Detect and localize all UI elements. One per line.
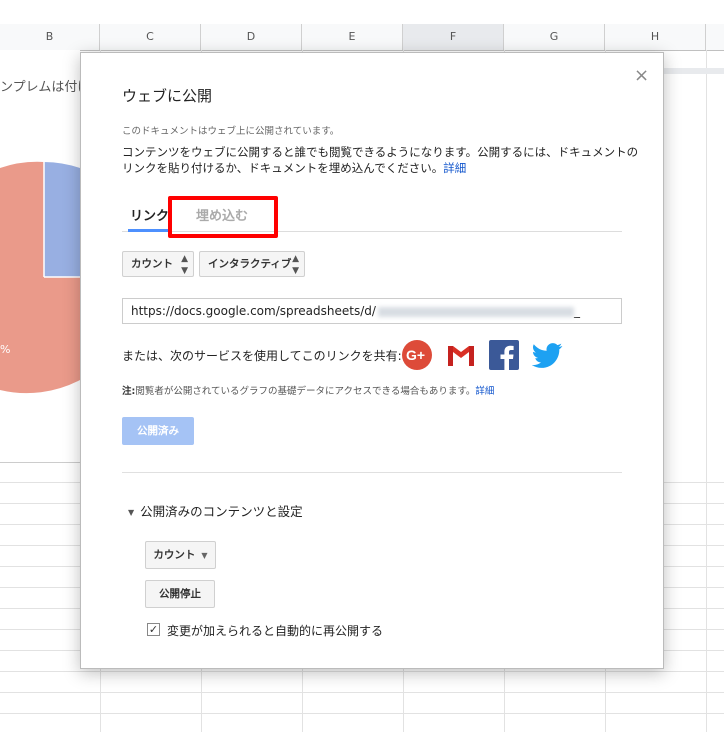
svg-text:G+: G+ bbox=[406, 347, 425, 363]
format-select[interactable]: インタラクティブ ▲ ▼ bbox=[199, 251, 305, 277]
grid-row-line bbox=[0, 671, 724, 672]
dialog-title: ウェブに公開 bbox=[122, 87, 213, 105]
share-prompt: または、次のサービスを使用してこのリンクを共有: bbox=[122, 349, 402, 363]
gmail-icon[interactable] bbox=[445, 340, 477, 370]
grid-row-line bbox=[0, 713, 724, 714]
google-plus-icon[interactable]: G+ bbox=[401, 340, 433, 370]
grid-row-line bbox=[0, 692, 724, 693]
pie-chart-svg bbox=[0, 161, 80, 394]
caret-down-icon: ▼ bbox=[128, 508, 135, 517]
column-header-f[interactable]: F bbox=[403, 24, 504, 50]
note-details-link[interactable]: 詳細 bbox=[475, 386, 494, 397]
updown-arrows-icon: ▲ ▼ bbox=[292, 254, 299, 276]
scope-select[interactable]: カウント ▲ ▼ bbox=[122, 251, 194, 277]
content-dropdown[interactable]: カウント ▼ bbox=[145, 541, 216, 569]
format-select-label: インタラクティブ bbox=[208, 258, 292, 270]
annotation-highlight-box bbox=[168, 196, 278, 238]
chart-title: ンプレムは付け bbox=[0, 80, 91, 95]
auto-republish-checkbox[interactable]: ✓ bbox=[147, 623, 160, 636]
note-prefix: 注: bbox=[122, 386, 136, 397]
published-url-field[interactable]: https://docs.google.com/spreadsheets/d/ _ bbox=[122, 298, 622, 324]
column-header-row: B C D E F G H bbox=[0, 24, 724, 51]
close-icon[interactable]: × bbox=[634, 65, 649, 86]
stop-publishing-button[interactable]: 公開停止 bbox=[145, 580, 215, 608]
auto-republish-label[interactable]: 変更が加えられると自動的に再公開する bbox=[167, 622, 383, 639]
published-content-settings-toggle[interactable]: ▼ 公開済みのコンテンツと設定 bbox=[128, 501, 303, 520]
column-header-e[interactable]: E bbox=[302, 24, 403, 50]
url-suffix: _ bbox=[573, 304, 580, 318]
dialog-description: コンテンツをウェブに公開すると誰でも閲覧できるようになります。公開するには、ドキ… bbox=[122, 144, 642, 176]
pie-slice-blue bbox=[44, 162, 80, 277]
column-header-b[interactable]: B bbox=[0, 24, 100, 50]
published-button: 公開済み bbox=[122, 417, 194, 445]
embedded-chart[interactable] bbox=[0, 50, 80, 463]
column-header-d[interactable]: D bbox=[201, 24, 302, 50]
column-header-h[interactable]: H bbox=[605, 24, 706, 50]
section-title: 公開済みのコンテンツと設定 bbox=[140, 504, 303, 519]
url-text: https://docs.google.com/spreadsheets/d/ bbox=[131, 304, 376, 318]
column-header-g[interactable]: G bbox=[504, 24, 605, 50]
tab-link[interactable]: リンク bbox=[128, 205, 172, 232]
pie-percent-label: % bbox=[0, 343, 11, 356]
updown-arrows-icon: ▲ ▼ bbox=[181, 254, 188, 276]
section-divider bbox=[122, 472, 622, 473]
chart-edge bbox=[664, 68, 724, 74]
redacted-url-segment bbox=[377, 306, 574, 317]
toolbar-strip bbox=[0, 0, 724, 25]
published-status-note: このドキュメントはウェブ上に公開されています。 bbox=[122, 126, 340, 137]
scope-select-label: カウント bbox=[131, 258, 173, 270]
facebook-icon[interactable] bbox=[488, 340, 520, 370]
note-text: 閲覧者が公開されているグラフの基礎データにアクセスできる場合もあります。 bbox=[135, 386, 476, 397]
content-dropdown-label: カウント bbox=[153, 549, 196, 561]
column-header-c[interactable]: C bbox=[100, 24, 201, 50]
publish-to-web-dialog: × ウェブに公開 このドキュメントはウェブ上に公開されています。 コンテンツをウ… bbox=[80, 52, 664, 669]
data-access-note: 注:閲覧者が公開されているグラフの基礎データにアクセスできる場合もあります。詳細 bbox=[122, 383, 494, 397]
caret-down-icon: ▼ bbox=[201, 551, 208, 560]
checkmark-icon: ✓ bbox=[148, 623, 159, 636]
twitter-icon[interactable] bbox=[532, 340, 564, 370]
description-text: コンテンツをウェブに公開すると誰でも閲覧できるようになります。公開するには、ドキ… bbox=[122, 145, 639, 175]
description-details-link[interactable]: 詳細 bbox=[443, 161, 466, 175]
